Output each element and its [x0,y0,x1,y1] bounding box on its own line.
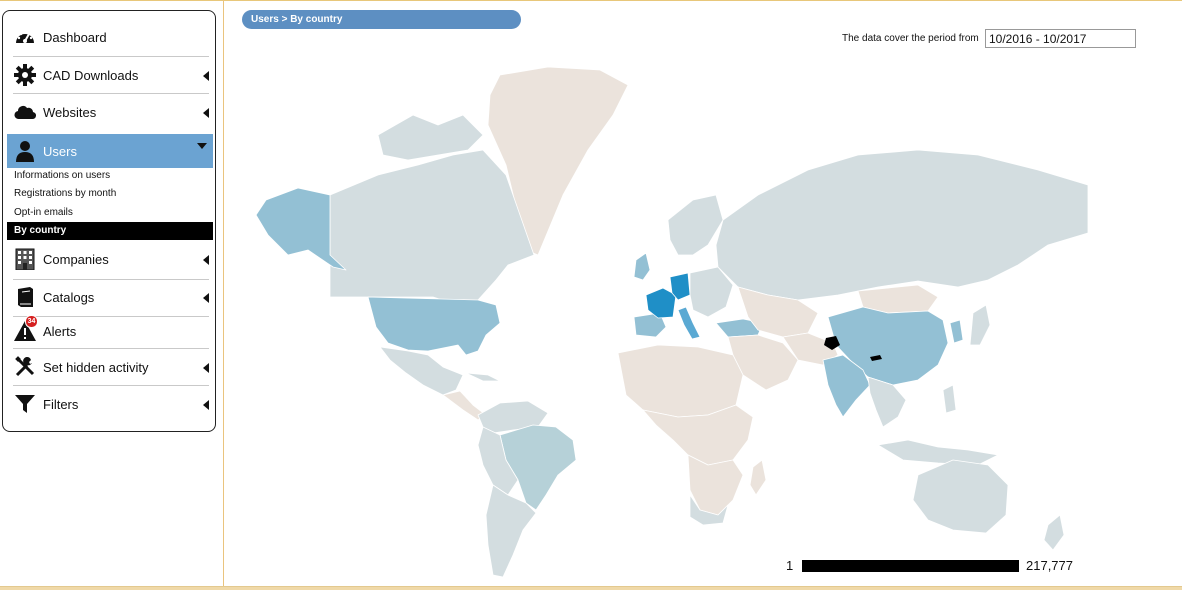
sidebar-item-websites[interactable]: Websites [7,95,213,129]
legend-max-value: 217,777 [1026,558,1073,573]
sidebar-item-catalogs[interactable]: Catalogs [7,280,213,314]
sidebar-item-users[interactable]: Users [7,134,213,168]
expand-arrow-icon[interactable] [203,108,209,118]
sidebar: Dashboard CAD Downloads Websites Users I… [2,10,216,432]
country-uk [633,252,651,281]
submenu-item-informations-on-users[interactable]: Informations on users [7,167,213,185]
sidebar-item-set-hidden-activity[interactable]: Set hidden activity [7,350,213,384]
book-icon [13,285,37,309]
collapse-arrow-icon[interactable] [197,143,207,149]
submenu-item-by-country[interactable]: By country [7,222,213,240]
country-philippines [942,384,957,414]
country-australia [912,459,1009,534]
submenu-item-opt-in-emails[interactable]: Opt-in emails [7,204,213,222]
sidebar-item-label: Set hidden activity [43,359,149,375]
expand-arrow-icon[interactable] [203,400,209,410]
divider [13,93,209,94]
expand-arrow-icon[interactable] [203,363,209,373]
expand-arrow-icon[interactable] [203,71,209,81]
country-korea [949,319,964,344]
user-icon [13,139,37,163]
period-label: The data cover the period from [842,33,979,44]
gear-icon [13,63,37,87]
warning-icon: 34 [13,315,38,343]
sidebar-item-label: CAD Downloads [43,67,139,83]
country-indonesia [877,439,999,466]
top-border [0,0,1182,1]
alert-count-badge: 34 [25,315,38,328]
sidebar-item-filters[interactable]: Filters [7,387,213,421]
country-scandinavia [667,194,724,256]
country-russia [715,149,1088,301]
submenu-item-registrations-by-month[interactable]: Registrations by month [7,185,213,203]
country-cuba [465,372,501,382]
expand-arrow-icon[interactable] [203,293,209,303]
world-map[interactable] [238,55,1088,583]
divider [13,385,209,386]
sidebar-divider [223,0,224,586]
building-icon [13,247,37,271]
sidebar-item-cad-downloads[interactable]: CAD Downloads [7,58,213,92]
dashboard-icon [13,25,37,49]
sidebar-item-label: Websites [43,104,97,120]
country-madagascar [749,459,767,496]
bottom-border [0,586,1182,590]
sidebar-item-label: Filters [43,396,79,412]
sidebar-item-label: Users [43,143,77,159]
country-usa [367,296,501,356]
cloud-icon [13,100,37,124]
sidebar-item-label: Catalogs [43,289,95,305]
sidebar-item-label: Alerts [43,323,77,339]
country-canada [329,149,535,306]
country-new-zealand [1043,514,1065,551]
sidebar-item-companies[interactable]: Companies [7,242,213,276]
sidebar-item-label: Dashboard [43,29,107,45]
legend-color-scale [802,560,1019,572]
country-japan [969,304,991,346]
country-north-africa [617,344,744,418]
divider [13,56,209,57]
period-input[interactable] [985,29,1136,48]
country-mexico [379,346,464,396]
legend-min-value: 1 [786,558,794,573]
tools-icon [13,355,37,379]
breadcrumb[interactable]: Users > By country [242,10,521,29]
sidebar-item-alerts[interactable]: 34 Alerts [7,314,213,348]
country-france [645,287,677,319]
country-southeast-asia [867,376,907,428]
filter-icon [13,392,37,416]
divider [13,348,209,349]
expand-arrow-icon[interactable] [203,255,209,265]
sidebar-item-label: Companies [43,251,109,267]
sidebar-item-dashboard[interactable]: Dashboard [7,20,213,54]
